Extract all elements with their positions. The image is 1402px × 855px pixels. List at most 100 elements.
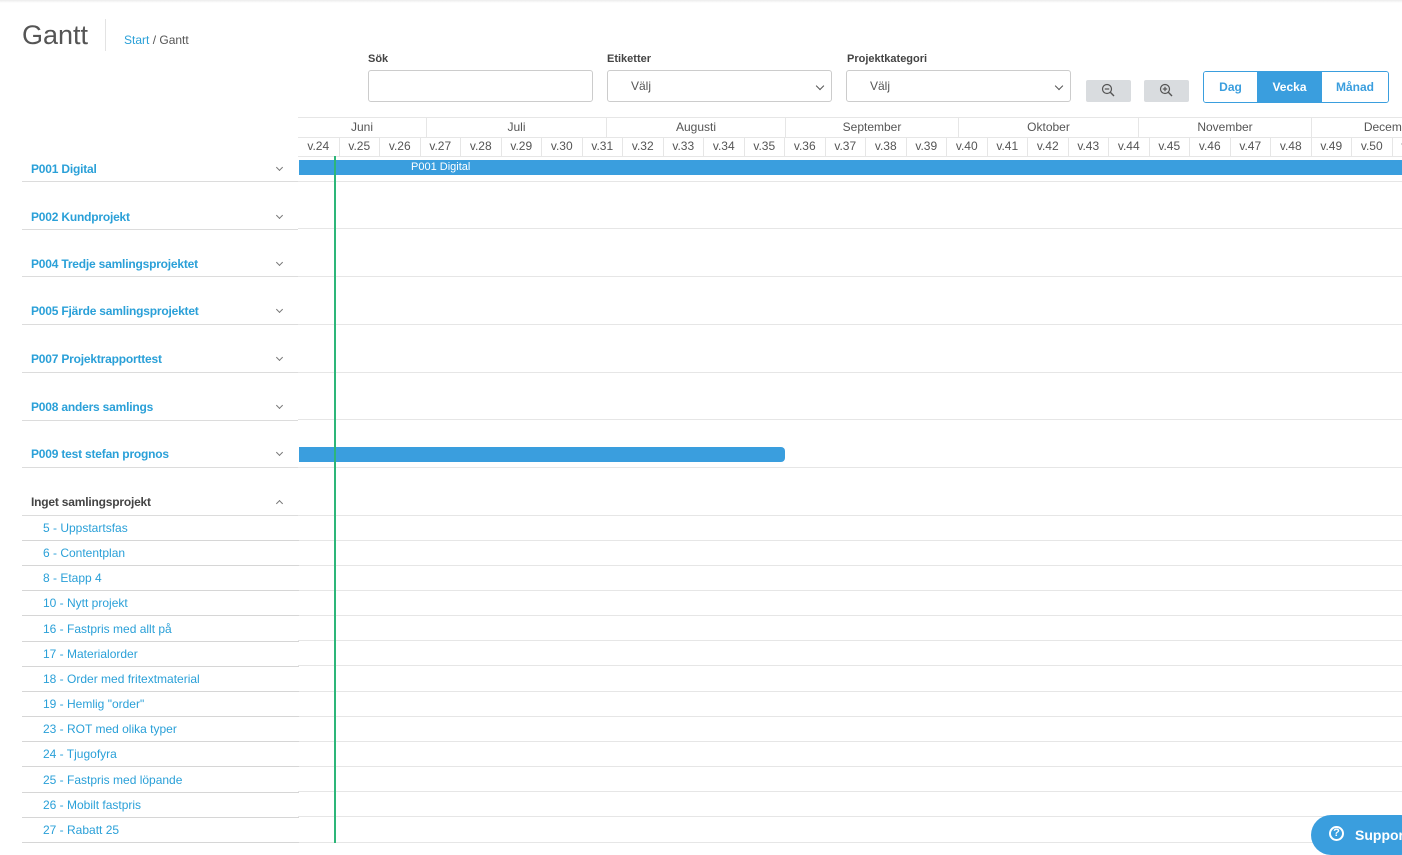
subproject-link[interactable]: 23 - ROT med olika typer xyxy=(43,722,177,736)
month-header: Juni Juli Augusti September Oktober Nove… xyxy=(298,117,1402,138)
chevron-down-icon[interactable] xyxy=(276,212,283,219)
month-header-cell: September xyxy=(785,118,958,137)
project-link[interactable]: P008 anders samlings xyxy=(31,400,153,414)
project-group-label[interactable]: Inget samlingsprojekt xyxy=(31,495,151,509)
top-shade xyxy=(0,0,1402,3)
view-month-button[interactable]: Månad xyxy=(1322,72,1388,102)
week-header-cell: v.38 xyxy=(865,137,906,156)
tags-select[interactable]: Välj xyxy=(607,70,832,102)
subproject-row[interactable]: 6 - Contentplan xyxy=(22,541,299,566)
month-header-cell: Juni xyxy=(298,118,426,137)
subproject-row[interactable]: 24 - Tjugofyra xyxy=(22,742,299,767)
subproject-row[interactable]: 17 - Materialorder xyxy=(22,642,299,667)
row-divider xyxy=(298,228,1402,229)
row-divider xyxy=(298,372,1402,373)
chevron-down-icon[interactable] xyxy=(276,306,283,313)
zoom-out-button[interactable] xyxy=(1086,80,1131,102)
chevron-down-icon[interactable] xyxy=(276,259,283,266)
month-header-cell: December xyxy=(1311,118,1402,137)
subproject-link[interactable]: 18 - Order med fritextmaterial xyxy=(43,672,200,686)
view-day-button[interactable]: Dag xyxy=(1204,72,1257,102)
row-divider xyxy=(298,741,1402,742)
category-select[interactable]: Välj xyxy=(846,70,1071,102)
subproject-link[interactable]: 27 - Rabatt 25 xyxy=(43,823,119,837)
subproject-link[interactable]: 24 - Tjugofyra xyxy=(43,747,117,761)
row-divider xyxy=(298,640,1402,641)
subproject-link[interactable]: 6 - Contentplan xyxy=(43,546,125,560)
month-header-cell: Juli xyxy=(426,118,606,137)
project-group-none[interactable]: Inget samlingsprojekt xyxy=(22,469,298,516)
row-divider xyxy=(298,665,1402,666)
subproject-row[interactable]: 26 - Mobilt fastpris xyxy=(22,793,299,818)
subproject-row[interactable]: 16 - Fastpris med allt på xyxy=(22,617,299,642)
week-header-cell: v.51 xyxy=(1392,137,1402,156)
row-divider xyxy=(298,419,1402,420)
project-link[interactable]: P007 Projektrapporttest xyxy=(31,352,162,366)
row-divider xyxy=(298,467,1402,468)
breadcrumb-home-link[interactable]: Start xyxy=(124,33,149,47)
chevron-down-icon[interactable] xyxy=(276,449,283,456)
project-link[interactable]: P004 Tredje samlingsprojektet xyxy=(31,257,198,271)
subproject-row[interactable]: 25 - Fastpris med löpande xyxy=(22,768,299,793)
week-header-cell: v.24 xyxy=(298,137,339,156)
support-button[interactable]: ? Support xyxy=(1311,815,1402,855)
week-header-cell: v.29 xyxy=(501,137,542,156)
week-header-cell: v.40 xyxy=(946,137,987,156)
subproject-row[interactable]: 19 - Hemlig "order" xyxy=(22,692,299,717)
row-divider xyxy=(298,565,1402,566)
zoom-out-icon xyxy=(1101,83,1116,98)
project-row-p004[interactable]: P004 Tredje samlingsprojektet xyxy=(22,230,298,277)
chevron-up-icon[interactable] xyxy=(276,500,283,507)
chevron-down-icon[interactable] xyxy=(276,402,283,409)
week-header-cell: v.25 xyxy=(339,137,380,156)
subproject-link[interactable]: 8 - Etapp 4 xyxy=(43,571,102,585)
subproject-row[interactable]: 5 - Uppstartsfas xyxy=(22,516,299,541)
project-row-p007[interactable]: P007 Projektrapporttest xyxy=(22,326,298,373)
row-divider xyxy=(298,181,1402,182)
chevron-down-icon[interactable] xyxy=(276,164,283,171)
project-link[interactable]: P005 Fjärde samlingsprojektet xyxy=(31,304,199,318)
row-divider xyxy=(298,816,1402,817)
support-label: Support xyxy=(1355,827,1402,843)
week-header-cell: v.39 xyxy=(906,137,947,156)
project-row-p008[interactable]: P008 anders samlings xyxy=(22,374,298,421)
week-header-cell: v.46 xyxy=(1189,137,1230,156)
gantt-bar-p009[interactable] xyxy=(299,447,785,462)
gantt-bar-p001[interactable]: P001 Digital xyxy=(299,160,1402,175)
today-marker xyxy=(334,156,336,843)
project-row-p001[interactable]: P001 Digital xyxy=(22,135,298,182)
subproject-row[interactable]: 18 - Order med fritextmaterial xyxy=(22,667,299,692)
week-header-cell: v.26 xyxy=(379,137,420,156)
project-row-p002[interactable]: P002 Kundprojekt xyxy=(22,183,298,230)
row-divider xyxy=(298,716,1402,717)
subproject-row[interactable]: 23 - ROT med olika typer xyxy=(22,717,299,742)
week-header-cell: v.37 xyxy=(825,137,866,156)
subproject-link[interactable]: 26 - Mobilt fastpris xyxy=(43,798,141,812)
zoom-in-button[interactable] xyxy=(1144,80,1189,102)
subproject-link[interactable]: 5 - Uppstartsfas xyxy=(43,521,128,535)
view-week-button[interactable]: Vecka xyxy=(1257,72,1322,102)
row-divider xyxy=(298,540,1402,541)
week-header-cell: v.31 xyxy=(582,137,623,156)
subproject-row[interactable]: 27 - Rabatt 25 xyxy=(22,818,299,843)
subproject-link[interactable]: 19 - Hemlig "order" xyxy=(43,697,144,711)
subproject-link[interactable]: 16 - Fastpris med allt på xyxy=(43,622,172,636)
subproject-link[interactable]: 10 - Nytt projekt xyxy=(43,596,128,610)
week-header-cell: v.36 xyxy=(784,137,825,156)
search-input[interactable] xyxy=(368,70,593,102)
subproject-row[interactable]: 10 - Nytt projekt xyxy=(22,591,299,616)
month-header-cell: Oktober xyxy=(958,118,1138,137)
subproject-link[interactable]: 25 - Fastpris med löpande xyxy=(43,773,182,787)
project-row-p009[interactable]: P009 test stefan prognos xyxy=(22,421,298,468)
gantt-timeline[interactable]: Juni Juli Augusti September Oktober Nove… xyxy=(298,117,1402,843)
project-link[interactable]: P009 test stefan prognos xyxy=(31,447,169,461)
title-separator xyxy=(105,19,106,51)
chevron-down-icon[interactable] xyxy=(276,354,283,361)
page-title: Gantt xyxy=(22,20,88,51)
subproject-link[interactable]: 17 - Materialorder xyxy=(43,647,138,661)
project-row-p005[interactable]: P005 Fjärde samlingsprojektet xyxy=(22,278,298,325)
week-header-cell: v.50 xyxy=(1351,137,1392,156)
project-link[interactable]: P002 Kundprojekt xyxy=(31,210,130,224)
subproject-row[interactable]: 8 - Etapp 4 xyxy=(22,566,299,591)
project-link[interactable]: P001 Digital xyxy=(31,162,97,176)
